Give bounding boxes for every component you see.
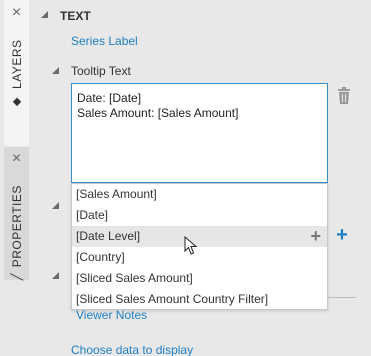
add-plus-icon[interactable]: + <box>333 224 351 246</box>
section-collapse-icon-3[interactable] <box>52 272 59 279</box>
tooltip-collapse-icon[interactable] <box>52 67 59 74</box>
layers-close-icon[interactable]: × <box>4 0 29 26</box>
tooltip-text-label: Tooltip Text <box>71 64 131 78</box>
tab-properties-label-wrap: ╱ PROPERTIES <box>10 185 24 280</box>
tab-properties-label: PROPERTIES <box>9 184 24 267</box>
tab-layers-label-wrap: ◆ LAYERS <box>10 40 24 109</box>
dropdown-option[interactable]: [Sliced Sales Amount] <box>72 268 327 289</box>
trash-icon[interactable] <box>337 87 351 104</box>
viewer-notes-link[interactable]: Viewer Notes <box>76 308 147 322</box>
brush-icon: ╱ <box>11 272 23 280</box>
choose-data-link[interactable]: Choose data to display <box>71 343 193 356</box>
tab-layers[interactable]: × ◆ LAYERS <box>4 0 29 146</box>
tab-layers-label: LAYERS <box>9 40 24 90</box>
dropdown-option[interactable]: [Sliced Sales Amount Country Filter] <box>72 289 327 310</box>
dropdown-option-label: [Sliced Sales Amount] <box>76 271 193 285</box>
dropdown-option-label: [Country] <box>76 250 125 264</box>
dropdown-option-label: [Date] <box>76 208 109 222</box>
dropdown-option[interactable]: [Date Level] + <box>72 226 327 247</box>
dropdown-option-label: [Sales Amount] <box>76 187 157 201</box>
dropdown-option-label: [Sliced Sales Amount Country Filter] <box>76 292 269 306</box>
series-label-link[interactable]: Series Label <box>71 34 138 48</box>
section-title: TEXT <box>60 9 91 23</box>
dropdown-option[interactable]: [Sales Amount] <box>72 184 327 205</box>
dropdown-option-label: [Date Level] <box>76 229 141 243</box>
properties-panel: TEXT Series Label Tooltip Text Date: [Da… <box>29 0 371 356</box>
dropdown-option[interactable]: [Country] <box>72 247 327 268</box>
section-collapse-icon-2[interactable] <box>52 202 59 209</box>
section-collapse-icon[interactable] <box>41 11 48 18</box>
tooltip-text-input[interactable]: Date: [Date] Sales Amount: [Sales Amount… <box>71 83 328 183</box>
tab-properties[interactable]: × ╱ PROPERTIES <box>4 147 29 280</box>
vertical-tab-strip: × ◆ LAYERS × ╱ PROPERTIES <box>0 0 29 356</box>
insert-field-plus-icon[interactable]: + <box>310 226 321 247</box>
properties-close-icon[interactable]: × <box>4 147 29 171</box>
field-dropdown: [Sales Amount] [Date] [Date Level] + [Co… <box>71 183 328 310</box>
layers-icon: ◆ <box>11 95 23 109</box>
divider <box>328 297 356 298</box>
pointer-cursor-icon <box>184 236 198 255</box>
dropdown-option[interactable]: [Date] <box>72 205 327 226</box>
